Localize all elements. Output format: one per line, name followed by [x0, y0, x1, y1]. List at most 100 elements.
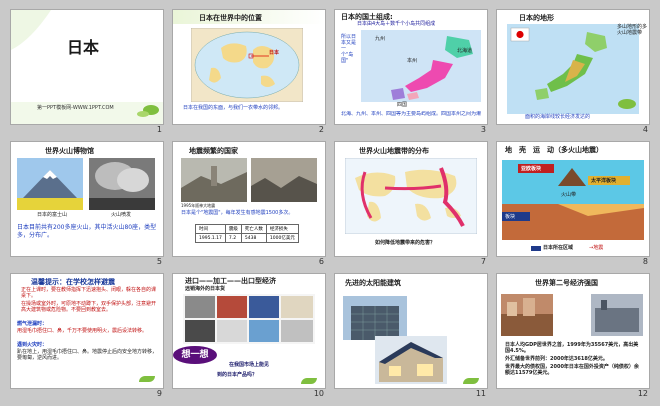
slide-9-gas-text: 用湿毛巾捂住口、鼻，千万不要使用明火，震后设法转移。 — [17, 328, 148, 334]
slide-number-11: 11 — [475, 389, 486, 398]
slide-7-title: 世界火山地震带的分布 — [359, 147, 429, 155]
slide-2-note: 日本在我国的东面，与我们一衣带水的邻邦。 — [183, 105, 284, 111]
slide-8-title: 地 壳 运 动（多火山地震） — [505, 146, 603, 154]
think-button: 想一想 — [173, 346, 217, 364]
table-row: 1995.1.17 7.2 5438 1000亿美元 — [195, 233, 299, 243]
slide-thumb-2[interactable]: 日本在世界中的位置 日本 日本在我国的东面，与我们一衣带水的邻邦。 2 — [168, 6, 330, 138]
table-header-row: 时间 震级 死亡人数 经济损失 — [195, 224, 299, 234]
earthquake-table: 时间 震级 死亡人数 经济损失 1995.1.17 7.2 5438 1000亿… — [195, 224, 299, 243]
slide-thumb-12[interactable]: 世界第二号经济强国 日本人均GDP居世界之首，1999年为35567美元，高出美… — [492, 270, 654, 402]
slide-7-question: 如何降低地震带来的危害？ — [375, 240, 436, 246]
slide-6[interactable]: 地震频繁的国家 1995年阪神大地震 日本是个"地震国"，每年发生有感地震150… — [172, 141, 326, 257]
solar-building-photo-1 — [343, 296, 407, 340]
slide-4[interactable]: 日本的地形 多山地形的多火山地震带 面积的海岸线较长经济发达的 — [496, 9, 650, 125]
slide-thumb-6[interactable]: 地震频繁的国家 1995年阪神大地震 日本是个"地震国"，每年发生有感地震150… — [168, 138, 330, 270]
slide-12-title: 世界第二号经济强国 — [535, 279, 598, 287]
eurasian-plate-label: 亚欧板块 — [521, 166, 542, 172]
slide-11[interactable]: 先进的太阳能建筑 — [334, 273, 488, 389]
slide-number-4: 4 — [642, 125, 648, 134]
island-label-hokkaido: 北海道 — [457, 48, 473, 54]
slide-thumb-5[interactable]: 世界火山博物馆 日本的富士山 火山喷发 日本目前共有200多座火山，其中活火山8… — [6, 138, 168, 270]
slide-4-side-text: 多山地形的多火山地震带 — [617, 24, 648, 36]
slide-9-gas-heading: 燃气泄漏时： — [17, 321, 48, 327]
slide-9-fire-heading: 遇到火灾时： — [17, 342, 48, 348]
japan-terrain-map — [507, 24, 639, 114]
slide-thumb-11[interactable]: 先进的太阳能建筑 11 — [330, 270, 492, 402]
slide-10-subtitle: 远销海外的日本货 — [185, 286, 226, 292]
table-cell: 1995.1.17 — [195, 233, 226, 243]
slide-3[interactable]: 日本的国土组成: 日本由4大岛＋数千个小岛共同组成 所以日本又是一个"岛国" 九… — [334, 9, 488, 125]
leaf-decoration — [139, 376, 155, 382]
slide-1-title: 日本 — [67, 38, 100, 57]
slide-3-note: 北海、九州、本州、四国等为主要岛屿组成。四国本州之间为濑户 — [341, 111, 481, 117]
legend-japan-region: 日本所在区域 — [543, 245, 574, 251]
fuji-caption: 日本的富士山 — [37, 212, 68, 218]
slide-8[interactable]: 地 壳 运 动（多火山地震） 亚欧板块 太平洋板块 火山带 板块 日本所在区域 … — [496, 141, 650, 257]
volcano-belt-world-map — [345, 158, 477, 234]
slide-9-para-2: 在操场或室外时，可原地不动蹲下，双手保护头部，注意避开高大建筑物或危险物。不要回… — [21, 301, 157, 313]
slide-9-title: 温馨提示：在学校怎样避震 — [31, 278, 115, 286]
earthquake-photo-1 — [181, 158, 247, 202]
slide-number-5: 5 — [156, 257, 162, 266]
slide-4-note: 面积的海岸线较长经济发达的 — [525, 114, 591, 120]
eruption-caption: 火山喷发 — [111, 212, 132, 218]
slide-number-10: 10 — [313, 389, 324, 398]
slide-thumb-7[interactable]: 世界火山地震带的分布 如何降低地震带来的危害？ 7 — [330, 138, 492, 270]
map-japan-label: 日本 — [269, 50, 280, 56]
slide-number-3: 3 — [480, 125, 486, 134]
slide-12-fact-1: 日本人均GDP居世界之首，1999年为35567美元，高出美国4.5%。 — [505, 342, 639, 354]
slide-6-note: 日本是个"地震国"，每年发生有感地震1500多次。 — [181, 210, 294, 216]
pacific-plate-label: 太平洋板块 — [591, 178, 617, 184]
slide-11-title: 先进的太阳能建筑 — [345, 279, 401, 287]
earthquake-photo-2 — [251, 158, 317, 202]
slide-3-subtitle: 日本由4大岛＋数千个小岛共同组成 — [357, 21, 436, 27]
japanese-products-collage — [183, 294, 315, 344]
slide-thumb-3[interactable]: 日本的国土组成: 日本由4大岛＋数千个小岛共同组成 所以日本又是一个"岛国" 九… — [330, 6, 492, 138]
slide-5[interactable]: 世界火山博物馆 日本的富士山 火山喷发 日本目前共有200多座火山，其中活火山8… — [10, 141, 164, 257]
industry-photo — [591, 294, 643, 336]
slide-thumb-8[interactable]: 地 壳 运 动（多火山地震） 亚欧板块 太平洋板块 火山带 板块 日本所在区域 … — [492, 138, 654, 270]
island-label-shikoku: 四国 — [397, 102, 408, 108]
plate-label: 板块 — [505, 214, 516, 220]
slide-10[interactable]: 进口——加工——出口型经济 远销海外的日本货 想一想 在我国市场上能见 到的日本… — [172, 273, 326, 389]
slide-number-2: 2 — [318, 125, 324, 134]
slide-number-12: 12 — [637, 389, 648, 398]
slide-10-question-1: 在我国市场上能见 — [229, 362, 270, 368]
legend-earthquake: →地震 — [589, 245, 604, 251]
solar-building-photo-2 — [375, 336, 447, 384]
city-photo — [501, 294, 553, 336]
slide-6-caption: 1995年阪神大地震 — [181, 203, 216, 208]
slide-number-6: 6 — [318, 257, 324, 266]
slide-12-fact-2: 外汇储备世界前列：2000年达3618亿美元。 — [505, 356, 608, 362]
slide-10-title: 进口——加工——出口型经济 — [185, 277, 276, 285]
slide-sorter-grid: 日本 第一PPT模板网-WWW.1PPT.COM 1 日本在世界中的位置 日本 … — [6, 6, 654, 402]
table-cell: 7.2 — [224, 233, 242, 243]
slide-1[interactable]: 日本 第一PPT模板网-WWW.1PPT.COM — [10, 9, 164, 125]
slide-12[interactable]: 世界第二号经济强国 日本人均GDP居世界之首，1999年为35567美元，高出美… — [496, 273, 650, 389]
volcano-eruption-photo — [89, 158, 155, 210]
leaf-decoration — [463, 378, 479, 384]
legend-swatch-blue — [531, 246, 541, 251]
slide-1-footer: 第一PPT模板网-WWW.1PPT.COM — [37, 105, 114, 111]
slide-thumb-4[interactable]: 日本的地形 多山地形的多火山地震带 面积的海岸线较长经济发达的 4 — [492, 6, 654, 138]
slide-10-question-2: 到的日本产品吗？ — [217, 372, 258, 378]
table-header-cell: 时间 — [195, 224, 226, 234]
slide-5-title: 世界火山博物馆 — [45, 147, 94, 155]
slide-12-fact-3: 世界最大的债权国，2000年日本在国外投资产（纯债权）余额达11579亿美元。 — [505, 364, 639, 376]
leaf-decoration — [301, 378, 317, 384]
slide-3-side-text: 所以日本又是一个"岛国" — [341, 34, 357, 64]
table-header-cell: 震级 — [224, 224, 242, 234]
slide-9[interactable]: 温馨提示：在学校怎样避震 正在上课时，要在教师指挥下迅速抱头、闭眼，躲在各自的课… — [10, 273, 164, 389]
island-label-kyushu: 九州 — [375, 36, 386, 42]
table-header-cell: 经济损失 — [265, 224, 299, 234]
slide-number-9: 9 — [156, 389, 162, 398]
slide-7[interactable]: 世界火山地震带的分布 如何降低地震带来的危害？ — [334, 141, 488, 257]
slide-2[interactable]: 日本在世界中的位置 日本 日本在我国的东面，与我们一衣带水的邻邦。 — [172, 9, 326, 125]
slide-thumb-9[interactable]: 温馨提示：在学校怎样避震 正在上课时，要在教师指挥下迅速抱头、闭眼，躲在各自的课… — [6, 270, 168, 402]
slide-9-para-1: 正在上课时，要在教师指挥下迅速抱头、闭眼，躲在各自的课桌下。 — [21, 287, 157, 299]
slide-thumb-1[interactable]: 日本 第一PPT模板网-WWW.1PPT.COM 1 — [6, 6, 168, 138]
slide-thumb-10[interactable]: 进口——加工——出口型经济 远销海外的日本货 想一想 在我国市场上能见 到的日本… — [168, 270, 330, 402]
world-map-image — [191, 28, 303, 102]
slide-4-title: 日本的地形 — [519, 14, 554, 22]
slide-2-title: 日本在世界中的位置 — [199, 14, 262, 22]
